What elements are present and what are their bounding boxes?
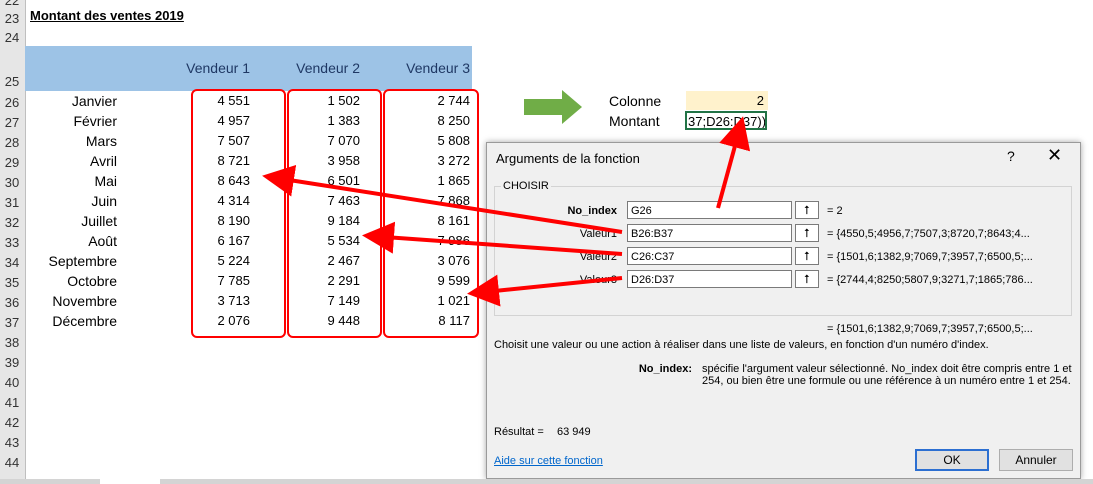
row-number[interactable]: 37 — [0, 315, 24, 330]
month-cell[interactable]: Décembre — [25, 313, 117, 329]
row-number[interactable]: 27 — [0, 115, 24, 130]
cell-g27-editing[interactable]: 37;D26:D37)) — [685, 111, 767, 130]
month-cell[interactable]: Juillet — [25, 213, 117, 229]
row-number[interactable]: 28 — [0, 135, 24, 150]
vendor-header-3: Vendeur 3 — [406, 60, 470, 76]
month-cell[interactable]: Août — [25, 233, 117, 249]
row-number[interactable]: 34 — [0, 255, 24, 270]
colonne-label: Colonne — [609, 93, 662, 109]
sheet-title: Montant des ventes 2019 — [30, 8, 184, 23]
arg-label-valeur1: Valeur1 — [579, 228, 617, 240]
close-icon[interactable]: ✕ — [1047, 145, 1062, 166]
row-number[interactable]: 36 — [0, 295, 24, 310]
row-number[interactable]: 42 — [0, 415, 24, 430]
month-cell[interactable]: Mars — [25, 133, 117, 149]
vendor-header-1: Vendeur 1 — [186, 60, 250, 76]
row-number[interactable]: 24 — [0, 30, 24, 45]
arg-result-valeur3: = {2744,4;8250;5807,9;3271,7;1865;786... — [827, 274, 1033, 286]
month-cell[interactable]: Septembre — [25, 253, 117, 269]
function-arguments-dialog: Arguments de la fonction ? ✕ CHOISIR No_… — [486, 142, 1081, 479]
arg-label-valeur2: Valeur2 — [579, 251, 617, 263]
formula-result-preview: = {1501,6;1382,9;7069,7;3957,7;6500,5;..… — [827, 323, 1033, 335]
arg-input-valeur3[interactable]: D26:D37 — [627, 270, 792, 288]
green-arrow-icon — [524, 90, 582, 124]
ok-button[interactable]: OK — [915, 449, 989, 471]
horizontal-scrollbar[interactable] — [160, 479, 1093, 484]
arg-result-valeur1: = {4550,5;4956,7;7507,3;8720,7;8643;4... — [827, 228, 1030, 240]
function-name: CHOISIR — [501, 180, 551, 192]
vendor2-highlight-box — [287, 89, 382, 338]
row-number[interactable]: 35 — [0, 275, 24, 290]
vendor1-highlight-box — [191, 89, 286, 338]
row-number[interactable]: 39 — [0, 355, 24, 370]
row-number[interactable]: 41 — [0, 395, 24, 410]
cancel-button[interactable]: Annuler — [999, 449, 1073, 471]
sheet-tabs-bar[interactable] — [0, 479, 100, 484]
cell-g26[interactable]: 2 — [686, 91, 768, 110]
row-number[interactable]: 25 — [0, 74, 24, 89]
arg-label-valeur3: Valeur3 — [579, 274, 617, 286]
row-number[interactable]: 32 — [0, 215, 24, 230]
month-cell[interactable]: Octobre — [25, 273, 117, 289]
row-number[interactable]: 30 — [0, 175, 24, 190]
vendor-header-2: Vendeur 2 — [296, 60, 360, 76]
result-value: 63 949 — [557, 426, 591, 438]
row-number[interactable]: 29 — [0, 155, 24, 170]
result-label: Résultat = — [494, 426, 544, 438]
montant-formula: 37;D26:D37)) — [688, 114, 767, 129]
param-description: spécifie l'argument valeur sélectionné. … — [702, 363, 1072, 387]
row-number[interactable]: 33 — [0, 235, 24, 250]
collapse-arrow-icon[interactable]: ⭡ — [795, 247, 819, 265]
montant-label: Montant — [609, 113, 660, 129]
collapse-arrow-icon[interactable]: ⭡ — [795, 201, 819, 219]
arg-input-no-index[interactable]: G26 — [627, 201, 792, 219]
month-cell[interactable]: Juin — [25, 193, 117, 209]
row-number[interactable]: 38 — [0, 335, 24, 350]
vendor3-highlight-box — [383, 89, 479, 338]
colonne-value: 2 — [756, 93, 764, 108]
arg-input-valeur1[interactable]: B26:B37 — [627, 224, 792, 242]
row-number[interactable]: 22 — [0, 0, 24, 8]
help-icon[interactable]: ? — [1007, 148, 1015, 164]
arg-result-valeur2: = {1501,6;1382,9;7069,7;3957,7;6500,5;..… — [827, 251, 1033, 263]
arg-label-no-index: No_index — [567, 205, 617, 217]
month-cell[interactable]: Avril — [25, 153, 117, 169]
month-cell[interactable]: Janvier — [25, 93, 117, 109]
month-cell[interactable]: Mai — [25, 173, 117, 189]
arg-result-no-index: = 2 — [827, 205, 843, 217]
row-number[interactable]: 44 — [0, 455, 24, 470]
month-cell[interactable]: Février — [25, 113, 117, 129]
help-link[interactable]: Aide sur cette fonction — [494, 455, 603, 467]
collapse-arrow-icon[interactable]: ⭡ — [795, 224, 819, 242]
row-number[interactable]: 40 — [0, 375, 24, 390]
row-number[interactable]: 26 — [0, 95, 24, 110]
row-number[interactable]: 43 — [0, 435, 24, 450]
param-name: No_index: — [638, 363, 692, 375]
row-number[interactable]: 23 — [0, 11, 24, 26]
function-description: Choisit une valeur ou une action à réali… — [494, 339, 989, 351]
collapse-arrow-icon[interactable]: ⭡ — [795, 270, 819, 288]
month-cell[interactable]: Novembre — [25, 293, 117, 309]
arg-input-valeur2[interactable]: C26:C37 — [627, 247, 792, 265]
dialog-title: Arguments de la fonction — [496, 151, 640, 166]
row-number[interactable]: 31 — [0, 195, 24, 210]
